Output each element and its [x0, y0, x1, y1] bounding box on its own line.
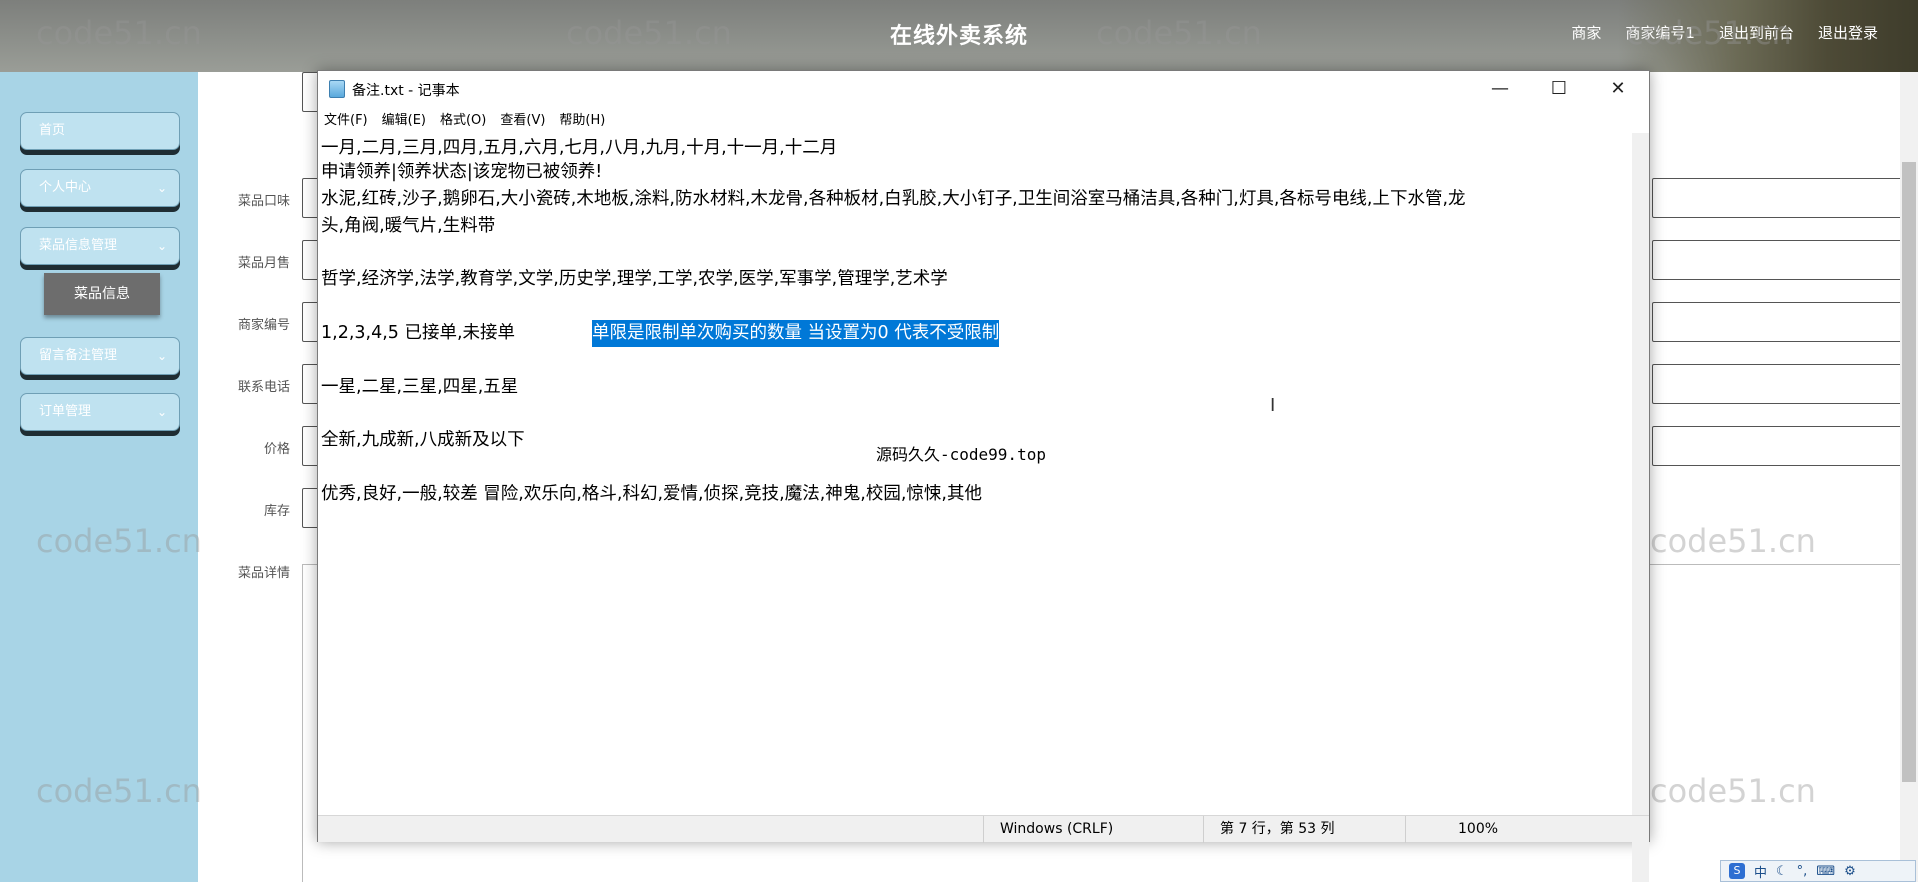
- ime-punct-icon[interactable]: °,: [1797, 864, 1808, 879]
- menu-file[interactable]: 文件(F): [324, 109, 368, 133]
- monthly-sales-label: 菜品月售: [237, 256, 290, 271]
- notepad-menubar: 文件(F) 编辑(E) 格式(O) 查看(V) 帮助(H): [318, 109, 605, 133]
- stock-label: 库存: [263, 504, 290, 519]
- sidebar-subitem-dish-info[interactable]: 菜品信息: [44, 273, 160, 315]
- sidebar-item-order-management[interactable]: 订单管理 ⌄: [20, 393, 180, 431]
- close-button[interactable]: ✕: [1588, 71, 1648, 107]
- status-cursor-position: 第 7 行，第 53 列: [1203, 816, 1405, 843]
- page-scrollbar[interactable]: [1900, 72, 1918, 882]
- notepad-statusbar: Windows (CRLF) 第 7 行，第 53 列 100%: [318, 815, 1649, 843]
- form-field-right[interactable]: [1652, 364, 1918, 404]
- form-field-right[interactable]: [1652, 426, 1918, 466]
- text-line: 一星,二星,三星,四星,五星: [321, 377, 519, 397]
- dish-detail-label: 菜品详情: [237, 566, 290, 581]
- text-line: 水泥,红砖,沙子,鹅卵石,大小瓷砖,木地板,涂料,防水材料,木龙骨,各种板材,白…: [321, 189, 1466, 209]
- phone-label: 联系电话: [237, 380, 290, 395]
- ime-logo-icon: S: [1729, 863, 1745, 879]
- header-links: 商家 商家编号1 退出到前台 退出登录: [1571, 22, 1878, 43]
- form-field-right[interactable]: [1652, 240, 1918, 280]
- sidebar-item-profile[interactable]: 个人中心 ⌄: [20, 169, 180, 207]
- selected-text: 单限是限制单次购买的数量 当设置为0 代表不受限制: [592, 320, 1000, 347]
- chevron-down-icon: ⌄: [156, 405, 167, 419]
- notepad-text-area[interactable]: 一月,二月,三月,四月,五月,六月,七月,八月,九月,十月,十一月,十二月 申请…: [321, 135, 1631, 795]
- menu-help[interactable]: 帮助(H): [559, 109, 605, 133]
- sidebar-item-label: 留言备注管理: [39, 348, 118, 363]
- ime-settings-icon[interactable]: ⚙: [1844, 864, 1856, 879]
- notepad-titlebar[interactable]: 备注.txt - 记事本 — ☐ ✕: [318, 71, 1649, 107]
- chevron-down-icon: ⌄: [156, 349, 167, 363]
- text-line: 哲学,经济学,法学,教育学,文学,历史学,理学,工学,农学,医学,军事学,管理学…: [321, 269, 948, 289]
- text-line: 全新,九成新,八成新及以下: [321, 430, 525, 450]
- back-to-frontend-link[interactable]: 退出到前台: [1719, 22, 1794, 43]
- role-label: 商家: [1571, 24, 1602, 42]
- price-label: 价格: [263, 442, 290, 457]
- status-encoding: Windows (CRLF): [983, 816, 1203, 843]
- flavor-label: 菜品口味: [237, 194, 290, 209]
- sidebar: 首页 个人中心 ⌄ 菜品信息管理 ⌄ 留言备注管理 ⌄ 订单管理 ⌄: [0, 72, 198, 882]
- menu-edit[interactable]: 编辑(E): [382, 109, 426, 133]
- menu-format[interactable]: 格式(O): [440, 109, 486, 133]
- form-field-right[interactable]: [1652, 302, 1918, 342]
- ime-toolbar[interactable]: S 中 ☾ °, ⌨ ⚙: [1720, 860, 1916, 882]
- watermark-overlay-text: 源码久久-code99.top: [876, 445, 1046, 464]
- text-line: 优秀,良好,一般,较差 冒险,欢乐向,格斗,科幻,爱情,侦探,竞技,魔法,神鬼,…: [321, 484, 982, 504]
- ime-keyboard-icon[interactable]: ⌨: [1816, 864, 1835, 879]
- text-cursor-icon: I: [1270, 395, 1276, 416]
- sidebar-item-label: 首页: [39, 123, 66, 138]
- text-line: 一月,二月,三月,四月,五月,六月,七月,八月,九月,十月,十一月,十二月: [321, 138, 838, 158]
- notepad-file-icon: [329, 80, 345, 98]
- sidebar-item-label: 菜品信息管理: [39, 238, 118, 253]
- sidebar-item-home[interactable]: 首页: [20, 112, 180, 150]
- ime-language-indicator[interactable]: 中: [1754, 862, 1767, 881]
- status-zoom: 100%: [1405, 816, 1535, 843]
- sidebar-item-label: 订单管理: [39, 404, 92, 419]
- sidebar-item-dish-management[interactable]: 菜品信息管理 ⌄: [20, 227, 180, 265]
- merchant-id-field-label: 商家编号: [237, 318, 290, 333]
- menu-view[interactable]: 查看(V): [500, 109, 545, 133]
- text-line: 1,2,3,4,5 已接单,未接单: [321, 323, 516, 343]
- sidebar-item-message-management[interactable]: 留言备注管理 ⌄: [20, 337, 180, 375]
- chevron-down-icon: ⌄: [156, 181, 167, 195]
- top-header: 在线外卖系统 商家 商家编号1 退出到前台 退出登录: [0, 0, 1918, 72]
- minimize-button[interactable]: —: [1470, 71, 1530, 107]
- sidebar-item-label: 个人中心: [39, 180, 92, 195]
- maximize-button[interactable]: ☐: [1529, 71, 1589, 107]
- page-scrollbar-thumb[interactable]: [1902, 162, 1916, 782]
- notepad-vertical-scrollbar[interactable]: [1632, 133, 1649, 882]
- logout-link[interactable]: 退出登录: [1818, 22, 1878, 43]
- form-field-right[interactable]: [1652, 178, 1918, 218]
- text-line: 申请领养|领养状态|该宠物已被领养!: [321, 162, 603, 182]
- chevron-down-icon: ⌄: [156, 239, 167, 253]
- merchant-id-label: 商家编号1: [1625, 24, 1695, 42]
- text-line: 头,角阀,暖气片,生料带: [321, 216, 496, 236]
- ime-moon-icon[interactable]: ☾: [1776, 864, 1788, 879]
- notepad-title: 备注.txt - 记事本: [352, 83, 460, 99]
